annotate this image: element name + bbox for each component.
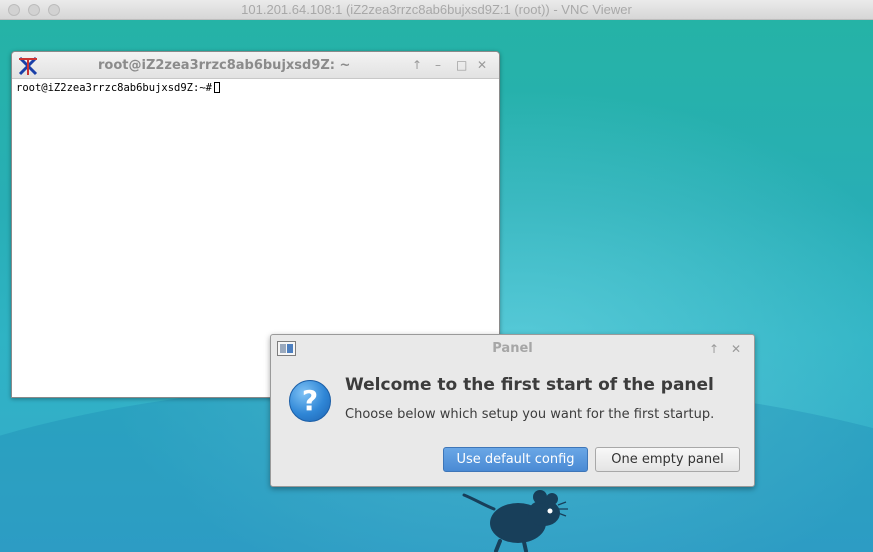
one-empty-panel-button[interactable]: One empty panel: [595, 447, 740, 472]
close-icon[interactable]: ✕: [731, 341, 741, 357]
terminal-content[interactable]: root@iZ2zea3rrzc8ab6bujxsd9Z:~#: [16, 82, 220, 94]
panel-dialog[interactable]: Panel ↑ ✕ ? Welcome to the first start o…: [270, 334, 755, 487]
terminal-titlebar[interactable]: root@iZ2zea3rrzc8ab6bujxsd9Z: ~ ↑ – □ ✕: [12, 52, 499, 79]
close-icon[interactable]: ✕: [477, 57, 487, 73]
vnc-window-title: 101.201.64.108:1 (iZ2zea3rrzc8ab6bujxsd9…: [241, 2, 632, 17]
terminal-cursor: [213, 82, 220, 93]
xterm-icon: [18, 56, 38, 76]
dialog-heading: Welcome to the first start of the panel: [345, 375, 714, 395]
terminal-prompt: root@iZ2zea3rrzc8ab6bujxsd9Z:~#: [16, 82, 212, 94]
use-default-config-button[interactable]: Use default config: [443, 447, 588, 472]
minimize-icon[interactable]: –: [435, 57, 441, 73]
maximize-icon[interactable]: □: [456, 57, 467, 73]
dialog-message: Choose below which setup you want for th…: [345, 407, 715, 422]
panel-title: Panel: [492, 341, 533, 356]
xfce-desktop[interactable]: root@iZ2zea3rrzc8ab6bujxsd9Z: ~ ↑ – □ ✕ …: [0, 20, 873, 552]
panel-titlebar[interactable]: Panel ↑ ✕: [271, 335, 754, 361]
xfce-mouse-logo-icon: [462, 490, 568, 552]
question-icon: ?: [289, 380, 331, 422]
shade-up-icon[interactable]: ↑: [412, 57, 422, 73]
terminal-title: root@iZ2zea3rrzc8ab6bujxsd9Z: ~: [98, 58, 351, 73]
vnc-title-bar: 101.201.64.108:1 (iZ2zea3rrzc8ab6bujxsd9…: [0, 0, 873, 20]
shade-up-icon[interactable]: ↑: [709, 341, 719, 357]
